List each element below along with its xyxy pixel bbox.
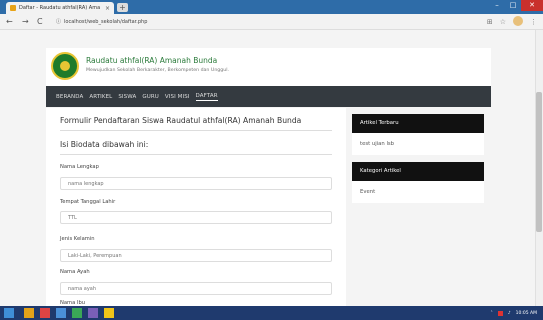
app-icon[interactable] [88, 308, 98, 318]
input-nama-ayah[interactable] [60, 282, 332, 295]
main-navbar: BERANDA ARTIKEL SISWA GURU VISI MISI DAF… [46, 86, 491, 107]
tab-close-icon[interactable]: × [105, 5, 110, 12]
label-jenis-kelamin: Jenis Kelamin [60, 236, 95, 242]
close-window-button[interactable]: ✕ [521, 0, 543, 11]
recent-articles-box: Artikel Terbaru test ujian lsb [352, 114, 484, 155]
clock[interactable]: 10:05 AM [516, 311, 537, 316]
recent-article-link[interactable]: test ujian lsb [352, 133, 484, 155]
back-button[interactable]: ← [6, 17, 13, 27]
browser-toolbar: ← → C ⓘ localhost/web_sekolah/daftar.php… [0, 14, 543, 30]
extension-icon[interactable]: ⊞ [487, 16, 493, 28]
divider [60, 130, 332, 131]
app-icon[interactable] [40, 308, 50, 318]
category-link[interactable]: Event [352, 181, 484, 203]
bookmark-star-icon[interactable]: ☆ [500, 16, 506, 28]
toolbar-icons: ⊞ ☆ ⋮ [487, 16, 537, 28]
taskbar-apps [24, 308, 114, 318]
favicon-icon [10, 5, 16, 11]
maximize-button[interactable]: □ [505, 0, 521, 11]
minimize-button[interactable]: – [489, 0, 505, 11]
nav-beranda[interactable]: BERANDA [56, 94, 83, 100]
input-tempat-tanggal-lahir[interactable] [60, 211, 332, 224]
chrome-icon[interactable] [104, 308, 114, 318]
nav-daftar[interactable]: DAFTAR [195, 93, 218, 101]
scrollbar-thumb[interactable] [536, 92, 542, 232]
app-icon[interactable] [72, 308, 82, 318]
info-icon[interactable]: ⓘ [56, 17, 61, 27]
input-jenis-kelamin[interactable] [60, 249, 332, 262]
form-title: Formulir Pendaftaran Siswa Raudatul athf… [60, 116, 302, 125]
label-nama-lengkap: Nama Lengkap [60, 164, 99, 170]
volume-icon[interactable]: ♪ [508, 311, 511, 316]
system-tray: ˄ ♪ 10:05 AM [491, 306, 537, 320]
input-nama-lengkap[interactable] [60, 177, 332, 190]
url-text[interactable]: localhost/web_sekolah/daftar.php [64, 17, 147, 27]
reload-button[interactable]: C [37, 17, 43, 27]
label-nama-ayah: Nama Ayah [60, 269, 90, 275]
tab-title: Daftar - Raudatu athfal(RA) Ama [19, 5, 101, 11]
site-subtitle: Mewujudkan Sekolah Berkarakter, Berkompe… [86, 68, 230, 73]
profile-avatar[interactable] [513, 16, 523, 26]
tray-app-icon[interactable] [497, 310, 503, 316]
article-categories-box: Kategori Artikel Event [352, 162, 484, 203]
form-subtitle: Isi Biodata dibawah ini: [60, 140, 149, 149]
browser-tab[interactable]: Daftar - Raudatu athfal(RA) Ama × [6, 2, 114, 14]
window-controls: – □ ✕ [489, 0, 543, 11]
nav-artikel[interactable]: ARTIKEL [89, 94, 112, 100]
tray-arrow-icon[interactable]: ˄ [491, 311, 493, 316]
site-title: Raudatu athfal(RA) Amanah Bunda [86, 56, 218, 65]
school-logo [51, 52, 79, 80]
menu-dots-icon[interactable]: ⋮ [530, 16, 537, 28]
nav-guru[interactable]: GURU [142, 94, 159, 100]
windows-start-icon[interactable] [4, 308, 14, 318]
address-bar[interactable]: ⓘ localhost/web_sekolah/daftar.php [56, 17, 147, 27]
article-categories-heading: Kategori Artikel [352, 162, 484, 181]
label-tempat-tanggal-lahir: Tempat Tanggal Lahir [60, 199, 116, 205]
registration-form-panel: Formulir Pendaftaran Siswa Raudatul athf… [46, 108, 346, 306]
site-header: Raudatu athfal(RA) Amanah Bunda Mewujudk… [46, 48, 491, 86]
app-icon[interactable] [56, 308, 66, 318]
nav-visi-misi[interactable]: VISI MISI [165, 94, 190, 100]
os-taskbar: ˄ ♪ 10:05 AM [0, 306, 543, 320]
scrollbar[interactable] [535, 30, 543, 306]
nav-siswa[interactable]: SISWA [118, 94, 136, 100]
forward-button[interactable]: → [22, 17, 29, 27]
new-tab-button[interactable]: + [117, 3, 128, 12]
divider [60, 154, 332, 155]
recent-articles-heading: Artikel Terbaru [352, 114, 484, 133]
file-explorer-icon[interactable] [24, 308, 34, 318]
browser-tab-strip: Daftar - Raudatu athfal(RA) Ama × + – □ … [0, 0, 543, 14]
